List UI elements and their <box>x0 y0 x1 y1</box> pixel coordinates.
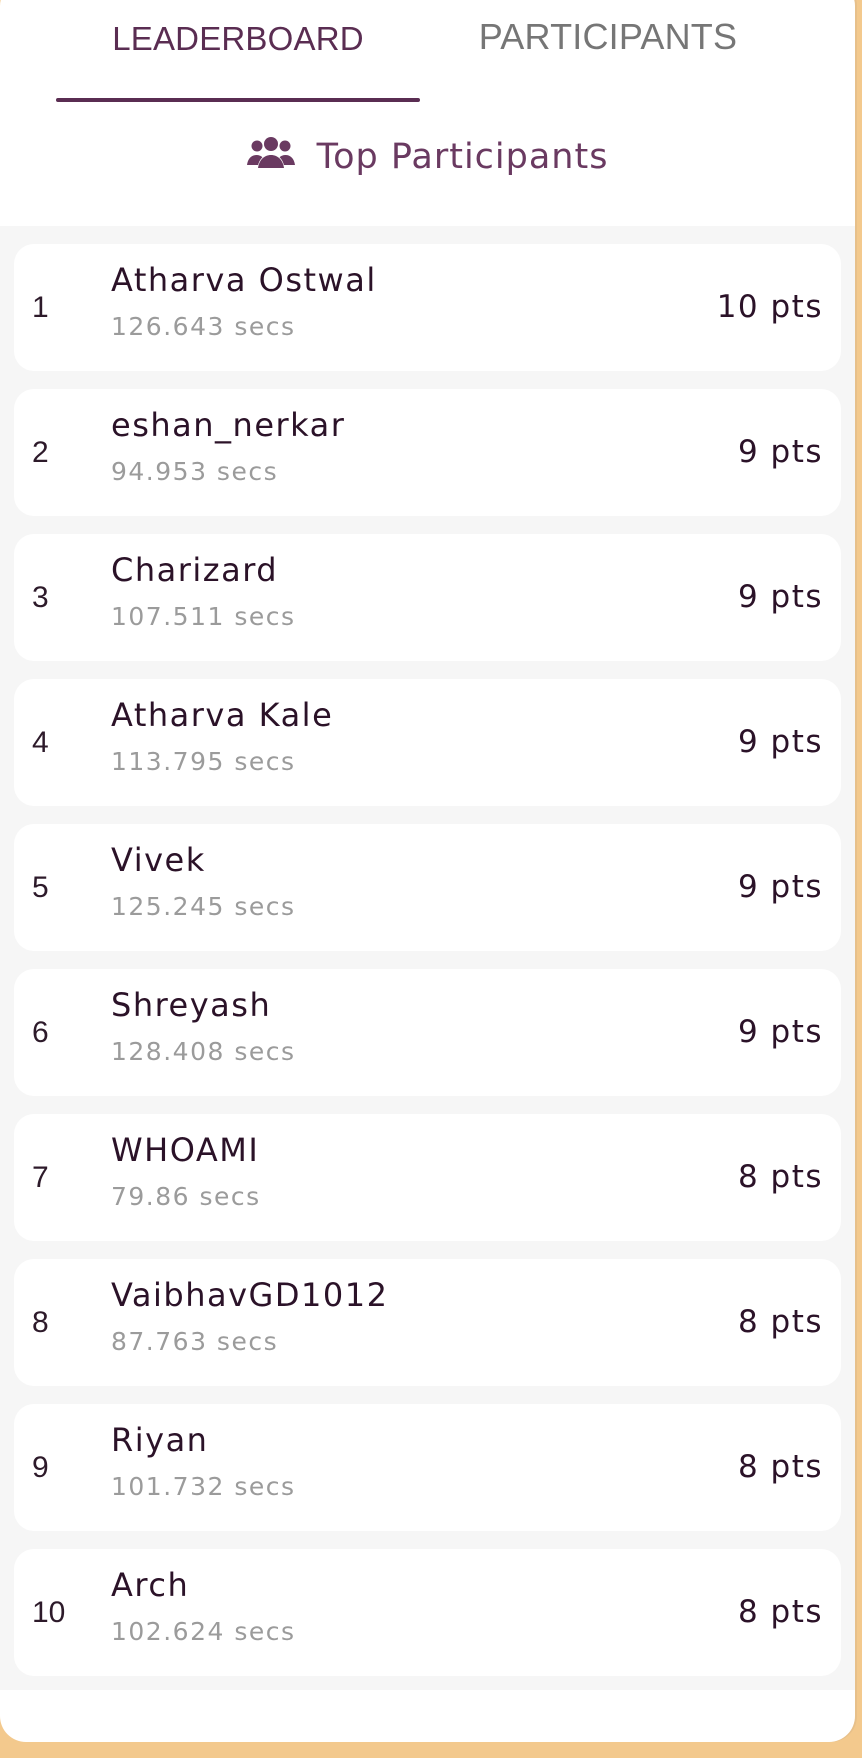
users-icon <box>246 126 295 168</box>
participant-name: eshan_nerkar <box>111 406 346 444</box>
participant-points: 10 pts <box>716 289 823 325</box>
participant-name: Riyan <box>111 1421 209 1459</box>
rank-number: 7 <box>32 1161 49 1194</box>
participant-name: Charizard <box>111 551 279 589</box>
leaderboard-row[interactable]: 9 Riyan 101.732 secs 8 pts <box>14 1404 841 1531</box>
participant-time: 113.795 secs <box>111 747 296 776</box>
rank-number: 5 <box>32 871 49 904</box>
participant-points: 9 pts <box>737 869 823 905</box>
rank-number: 2 <box>32 436 49 469</box>
rank-number: 9 <box>32 1451 49 1484</box>
leaderboard-row[interactable]: 10 Arch 102.624 secs 8 pts <box>14 1549 841 1676</box>
participant-time: 107.511 secs <box>111 602 296 631</box>
leaderboard-row[interactable]: 3 Charizard 107.511 secs 9 pts <box>14 534 841 661</box>
leaderboard-row[interactable]: 8 VaibhavGD1012 87.763 secs 8 pts <box>14 1259 841 1386</box>
leaderboard-row[interactable]: 5 Vivek 125.245 secs 9 pts <box>14 824 841 951</box>
participant-points: 8 pts <box>737 1594 823 1630</box>
participant-points: 8 pts <box>737 1449 823 1485</box>
rank-number: 10 <box>32 1596 66 1629</box>
tab-leaderboard[interactable]: LEADERBOARD <box>56 12 420 102</box>
rank-number: 4 <box>32 726 49 759</box>
section-heading: Top Participants <box>0 122 855 192</box>
participant-points: 9 pts <box>737 434 823 470</box>
participant-name: Shreyash <box>111 986 272 1024</box>
participant-points: 8 pts <box>737 1159 823 1195</box>
participant-time: 79.86 secs <box>111 1182 261 1211</box>
participant-time: 101.732 secs <box>111 1472 296 1501</box>
rank-number: 1 <box>32 291 49 324</box>
participant-name: WHOAMI <box>111 1131 260 1169</box>
participant-time: 102.624 secs <box>111 1617 296 1646</box>
tab-participants[interactable]: PARTICIPANTS <box>430 12 786 102</box>
participant-name: Atharva Ostwal <box>111 261 377 299</box>
participant-points: 9 pts <box>737 1014 823 1050</box>
participant-time: 94.953 secs <box>111 457 279 486</box>
rank-number: 3 <box>32 581 49 614</box>
participant-name: Vivek <box>111 841 206 879</box>
rank-number: 6 <box>32 1016 49 1049</box>
participant-name: VaibhavGD1012 <box>111 1276 389 1314</box>
rank-number: 8 <box>32 1306 49 1339</box>
participant-points: 9 pts <box>737 724 823 760</box>
leaderboard-list: 1 Atharva Ostwal 126.643 secs 10 pts 2 eshan_… <box>0 226 855 1690</box>
participant-name: Arch <box>111 1566 190 1604</box>
section-title: Top Participants <box>316 137 609 177</box>
leaderboard-row[interactable]: 7 WHOAMI 79.86 secs 8 pts <box>14 1114 841 1241</box>
leaderboard-card: LEADERBOARD PARTICIPANTS Top Participant… <box>0 0 855 1742</box>
participant-points: 9 pts <box>737 579 823 615</box>
participant-time: 125.245 secs <box>111 892 296 921</box>
active-tab-indicator <box>56 98 420 102</box>
participant-points: 8 pts <box>737 1304 823 1340</box>
participant-time: 128.408 secs <box>111 1037 296 1066</box>
leaderboard-row[interactable]: 2 eshan_nerkar 94.953 secs 9 pts <box>14 389 841 516</box>
tab-bar: LEADERBOARD PARTICIPANTS <box>0 0 855 102</box>
participant-name: Atharva Kale <box>111 696 334 734</box>
leaderboard-row[interactable]: 4 Atharva Kale 113.795 secs 9 pts <box>14 679 841 806</box>
participant-time: 126.643 secs <box>111 312 296 341</box>
leaderboard-row[interactable]: 6 Shreyash 128.408 secs 9 pts <box>14 969 841 1096</box>
participant-time: 87.763 secs <box>111 1327 279 1356</box>
leaderboard-row[interactable]: 1 Atharva Ostwal 126.643 secs 10 pts <box>14 244 841 371</box>
